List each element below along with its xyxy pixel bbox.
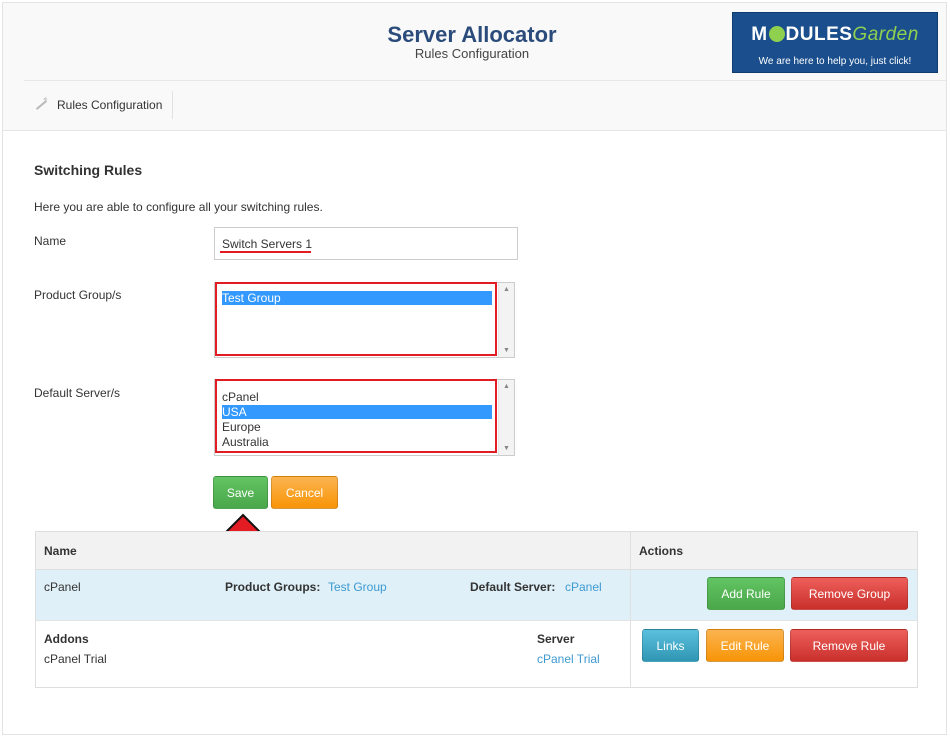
add-rule-button[interactable]: Add Rule (707, 577, 785, 610)
product-group-highlight-annotation (215, 282, 497, 356)
remove-group-button[interactable]: Remove Group (791, 577, 908, 610)
table-row-rule: Addons cPanel Trial Server cPanel Trial … (36, 621, 917, 687)
page-frame: Server Allocator Rules Configuration M DU… (2, 2, 947, 735)
column-header-actions: Actions (639, 544, 684, 558)
logo-brand-b: DULES (785, 24, 853, 45)
remove-rule-button[interactable]: Remove Rule (790, 629, 908, 662)
modulesgarden-logo[interactable]: M DULESGarden We are here to help you, ju… (732, 12, 938, 73)
scroll-up-icon[interactable]: ▲ (499, 286, 514, 293)
name-label: Name (34, 234, 67, 248)
logo-wordmark: M DULESGarden (733, 24, 937, 46)
save-button[interactable]: Save (213, 476, 268, 509)
product-groups-label: Product Groups: (225, 580, 321, 594)
scroll-down-icon[interactable]: ▼ (499, 445, 514, 452)
product-group-label: Product Group/s (34, 288, 122, 302)
column-header-name: Name (44, 544, 77, 558)
default-server-highlight-annotation (215, 379, 497, 453)
links-button[interactable]: Links (642, 629, 699, 662)
nav-item-rules-configuration[interactable]: Rules Configuration (24, 91, 174, 119)
name-input[interactable] (214, 227, 518, 260)
addons-value: cPanel Trial (44, 652, 107, 666)
cancel-button[interactable]: Cancel (271, 476, 338, 509)
default-server-link[interactable]: cPanel (565, 580, 602, 594)
edit-rule-button[interactable]: Edit Rule (706, 629, 784, 662)
column-divider (630, 532, 631, 687)
server-link[interactable]: cPanel Trial (537, 652, 600, 666)
table-row-group: cPanel Product Groups: Test Group Defaul… (36, 570, 917, 621)
product-groups-link[interactable]: Test Group (328, 580, 387, 594)
rules-table: Name Actions cPanel Product Groups: Test… (35, 531, 918, 688)
intro-text: Here you are able to configure all your … (34, 200, 323, 214)
group-name: cPanel (44, 580, 81, 594)
server-label: Server (537, 632, 575, 646)
default-server-scrollbar[interactable]: ▲ ▼ (498, 380, 514, 455)
default-server-label: Default Server/s (34, 386, 121, 400)
scroll-down-icon[interactable]: ▼ (499, 347, 514, 354)
product-group-scrollbar[interactable]: ▲ ▼ (498, 283, 514, 357)
name-underline-annotation (220, 251, 311, 253)
page-header: Server Allocator Rules Configuration M DU… (3, 3, 946, 131)
magic-wand-icon (34, 95, 49, 112)
default-server-label: Default Server: (470, 580, 556, 594)
logo-brand-c: Garden (852, 24, 919, 45)
logo-tagline: We are here to help you, just click! (758, 56, 912, 67)
addons-label: Addons (44, 632, 89, 646)
globe-icon (768, 26, 785, 42)
scroll-up-icon[interactable]: ▲ (499, 383, 514, 390)
logo-brand-a: M (751, 24, 768, 45)
section-title: Switching Rules (34, 162, 143, 178)
table-header: Name Actions (36, 532, 917, 570)
nav-item-label: Rules Configuration (57, 98, 163, 112)
